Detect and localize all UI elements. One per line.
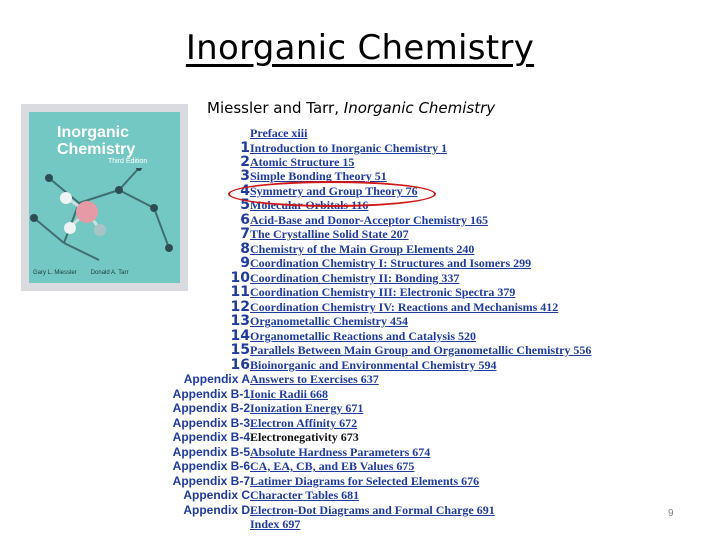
toc-number: 6 [240,212,250,228]
toc-entry[interactable]: Electron Affinity 672 [250,416,357,430]
toc-entry[interactable]: Character Tables 681 [250,488,359,502]
toc-number: 16 [230,357,250,373]
toc-number: 15 [230,342,250,358]
subtitle-authors: Miessler and Tarr, [207,99,344,117]
cover-title-line1: Inorganic [57,124,130,141]
toc-number: 11 [230,284,250,300]
toc-entry[interactable]: Chemistry of the Main Group Elements 240 [250,242,474,256]
toc-number: 10 [230,270,250,286]
slide-title: Inorganic Chemistry [185,28,535,68]
cover-title: Inorganic Chemistry [57,124,135,158]
toc-entry[interactable]: The Crystalline Solid State 207 [250,227,409,241]
toc-entry[interactable]: Electronegativity 673 [250,430,359,444]
toc-entry[interactable]: Atomic Structure 15 [250,155,354,169]
toc-entry[interactable]: Ionic Radii 668 [250,387,328,401]
toc-entry[interactable]: Coordination Chemistry IV: Reactions and… [250,300,558,314]
toc-entry[interactable]: Organometallic Chemistry 454 [250,314,408,328]
toc-number: Appendix B-6 [172,459,250,473]
toc-number: 9 [240,255,250,271]
toc-number: Appendix B-1 [172,387,250,401]
toc-number: Appendix D [183,503,250,517]
toc-number: Appendix B-7 [172,474,250,488]
slide-subtitle: Miessler and Tarr, Inorganic Chemistry [207,99,495,117]
toc-entry[interactable]: Preface xiii [250,126,307,140]
toc-number: Appendix B-5 [172,445,250,459]
toc-number: Appendix A [183,372,250,386]
cover-authors: Gary L. Miessler Donald A. Tarr [33,270,143,276]
toc-number: 8 [240,241,250,257]
toc-number: 3 [240,168,250,184]
page-number: 9 [668,508,674,519]
toc-entry[interactable]: CA, EA, CB, and EB Values 675 [250,459,414,473]
toc-entry[interactable]: Answers to Exercises 637 [250,372,379,386]
toc-entry[interactable]: Ionization Energy 671 [250,401,363,415]
toc-entry[interactable]: Latimer Diagrams for Selected Elements 6… [250,474,479,488]
toc-entry[interactable]: Bioinorganic and Environmental Chemistry… [250,358,496,372]
toc-entry[interactable]: Introduction to Inorganic Chemistry 1 [250,141,447,155]
toc-number: Appendix B-2 [172,401,250,415]
toc-number: Appendix B-4 [172,430,250,444]
toc-entry[interactable]: Index 697 [250,517,300,531]
cover-title-line2: Chemistry [57,141,136,158]
toc-number: 2 [240,154,250,170]
toc-number: 13 [230,313,250,329]
toc-number: Appendix C [183,488,250,502]
cover-author-2: Donald A. Tarr [90,270,129,276]
toc-number: 14 [230,328,250,344]
toc-entry[interactable]: Organometallic Reactions and Catalysis 5… [250,329,476,343]
highlight-oval [228,181,436,207]
subtitle-book-title: Inorganic Chemistry [343,99,496,117]
toc-number: 7 [240,226,250,242]
cover-author-1: Gary L. Miessler [33,270,77,276]
toc-entry[interactable]: Coordination Chemistry III: Electronic S… [250,285,515,299]
toc-number: Appendix B-3 [172,416,250,430]
toc-entry[interactable]: Absolute Hardness Parameters 674 [250,445,430,459]
toc-number: 12 [230,299,250,315]
toc-entry[interactable]: Parallels Between Main Group and Organom… [250,343,591,357]
toc-entry[interactable]: Acid-Base and Donor-Acceptor Chemistry 1… [250,213,488,227]
toc-entry[interactable]: Coordination Chemistry II: Bonding 337 [250,271,459,285]
toc-entry[interactable]: Coordination Chemistry I: Structures and… [250,256,531,270]
toc-entry[interactable]: Electron-Dot Diagrams and Formal Charge … [250,503,495,517]
toc-number: 1 [240,140,250,156]
toc-number: 5 [240,197,250,213]
